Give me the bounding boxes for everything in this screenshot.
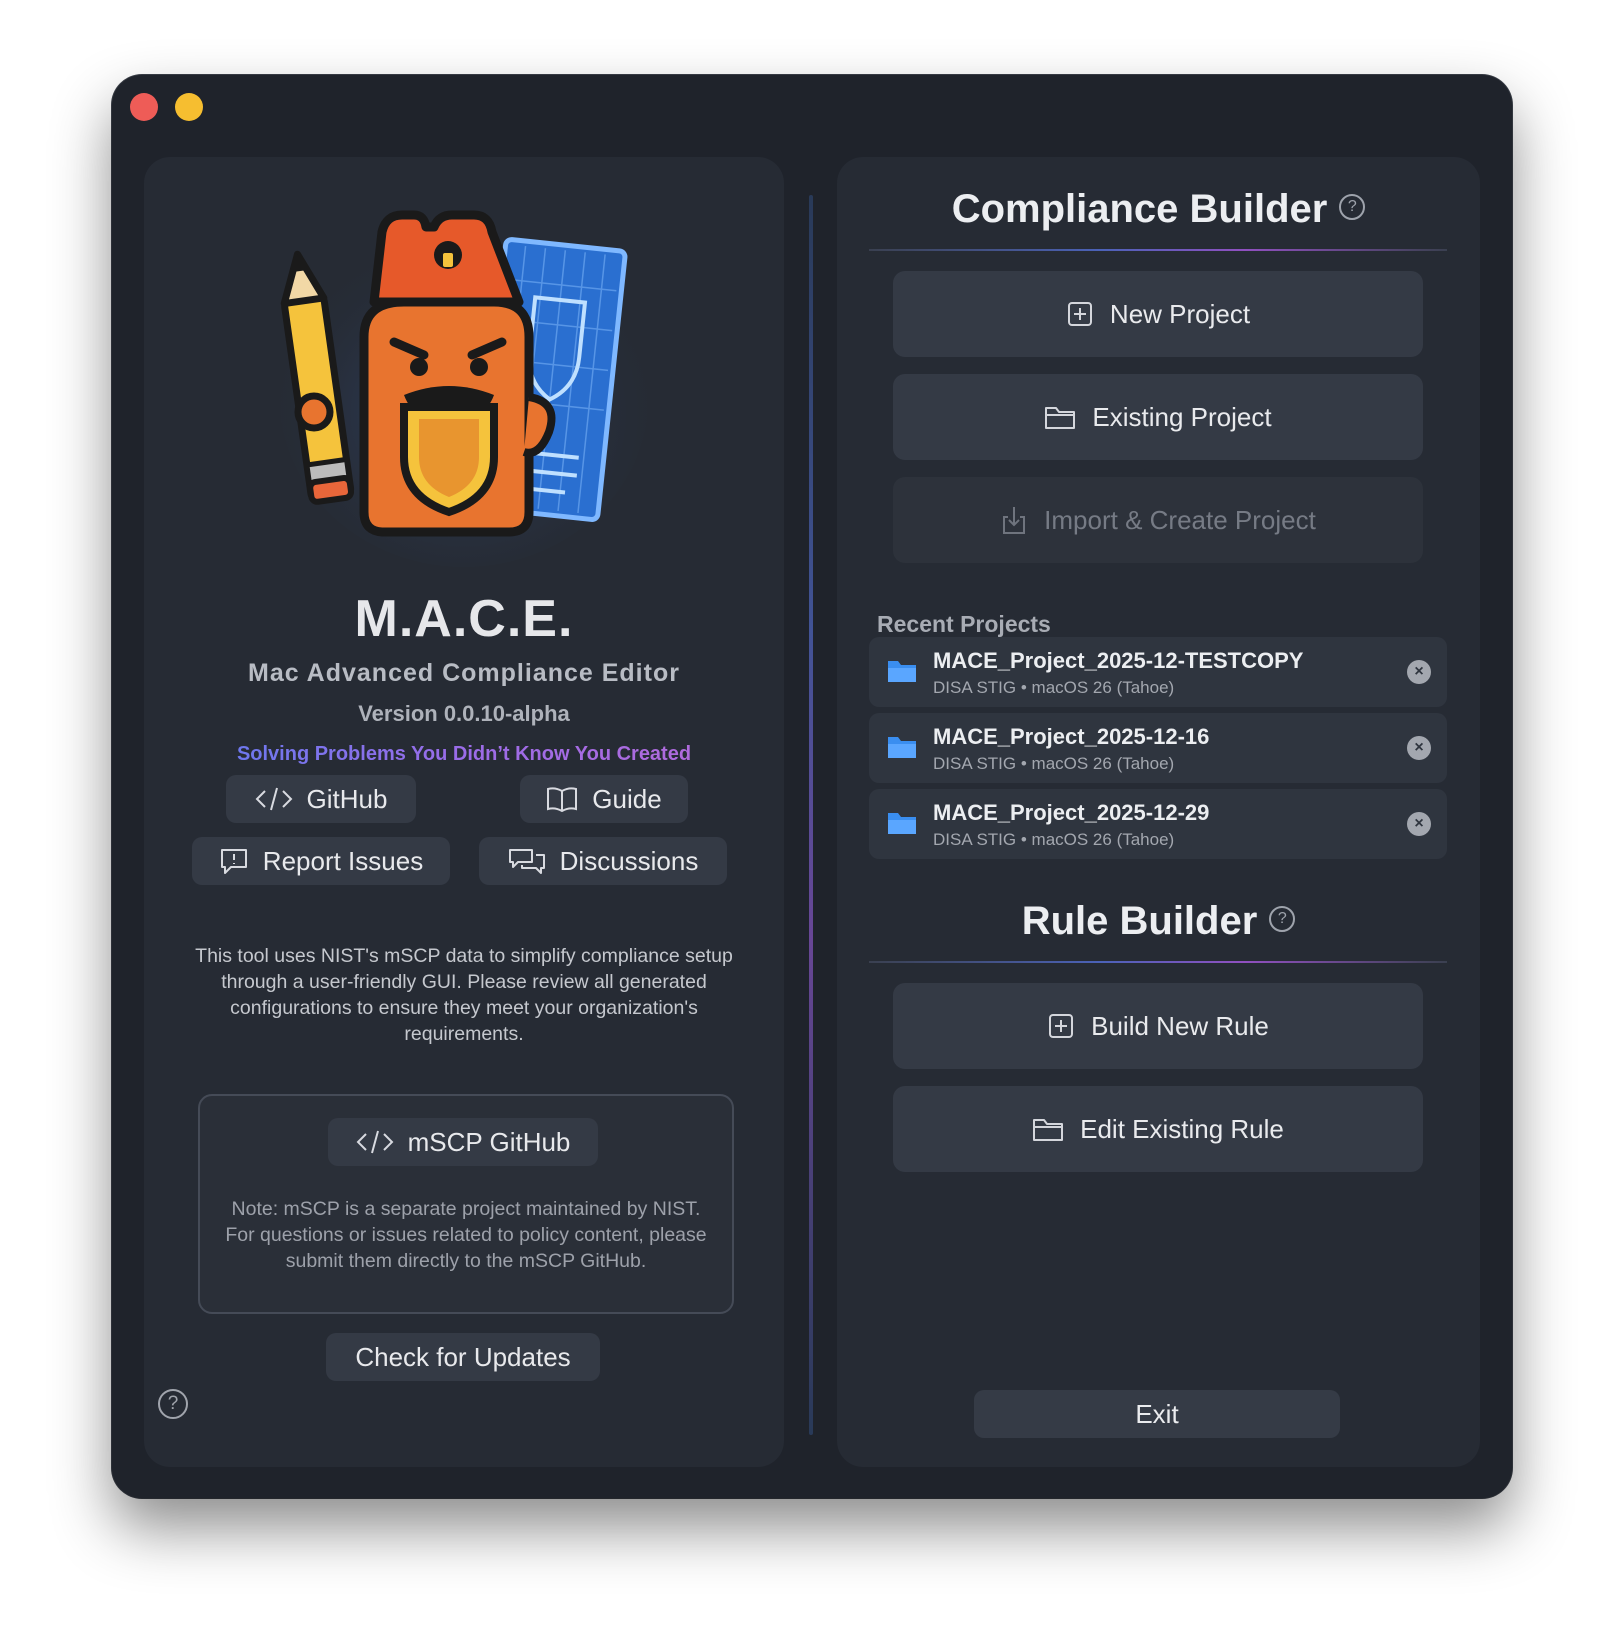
- help-icon-glyph: ?: [1277, 910, 1287, 928]
- app-title: M.A.C.E.: [354, 590, 574, 648]
- folder-icon: [1033, 1119, 1064, 1141]
- folder-icon: [1045, 407, 1076, 429]
- rule-builder-title: Rule Builder: [1021, 899, 1258, 943]
- code-icon: [356, 1130, 394, 1154]
- report-issues-button[interactable]: Report Issues: [192, 837, 450, 885]
- plus-square-icon: [1067, 302, 1092, 326]
- exit-label: Exit: [1135, 1398, 1179, 1429]
- folder-icon: [888, 737, 916, 758]
- new-project-button[interactable]: New Project: [893, 271, 1423, 357]
- mscp-note-box: mSCP GitHub Note: mSCP is a separate pro…: [198, 1094, 734, 1314]
- folder-icon: [888, 661, 916, 682]
- mscp-github-button[interactable]: mSCP GitHub: [328, 1118, 598, 1166]
- exit-button[interactable]: Exit: [974, 1390, 1340, 1438]
- recent-project-row[interactable]: MACE_Project_2025-12-TESTCOPY DISA STIG …: [869, 637, 1447, 707]
- import-project-button[interactable]: Import & Create Project: [893, 477, 1423, 563]
- section-divider: [869, 961, 1447, 963]
- report-issues-label: Report Issues: [262, 845, 424, 876]
- guide-button[interactable]: Guide: [520, 775, 688, 823]
- help-icon-glyph: ?: [1347, 198, 1357, 216]
- discussions-label: Discussions: [559, 845, 699, 876]
- report-icon: [220, 849, 247, 874]
- panel-divider: [809, 195, 813, 1435]
- app-subtitle: Mac Advanced Compliance Editor: [248, 659, 680, 687]
- help-icon-glyph: ?: [167, 1393, 179, 1414]
- mscp-github-label: mSCP GitHub: [407, 1126, 571, 1157]
- help-icon[interactable]: ?: [158, 1389, 188, 1419]
- app-window: M.A.C.E. Mac Advanced Compliance Editor …: [112, 75, 1512, 1498]
- book-icon: [547, 787, 578, 812]
- recent-project-row[interactable]: MACE_Project_2025-12-16 DISA STIG • macO…: [869, 713, 1447, 783]
- existing-project-button[interactable]: Existing Project: [893, 374, 1423, 460]
- mscp-note-text: Note: mSCP is a separate project maintai…: [225, 1198, 707, 1272]
- discussions-icon: [508, 849, 545, 874]
- close-icon[interactable]: ×: [1407, 660, 1431, 684]
- build-new-rule-button[interactable]: Build New Rule: [893, 983, 1423, 1069]
- recent-projects-label: Recent Projects: [877, 611, 1051, 637]
- close-window-button[interactable]: [130, 93, 158, 121]
- check-updates-label: Check for Updates: [355, 1341, 571, 1372]
- import-project-label: Import & Create Project: [1044, 504, 1316, 535]
- edit-existing-rule-button[interactable]: Edit Existing Rule: [893, 1086, 1423, 1172]
- recent-project-name: MACE_Project_2025-12-TESTCOPY: [933, 648, 1304, 673]
- guide-label: Guide: [592, 783, 662, 814]
- compliance-builder-title: Compliance Builder: [951, 187, 1328, 231]
- rule-builder-heading: Rule Builder?: [837, 899, 1480, 944]
- recent-project-meta: DISA STIG • macOS 26 (Tahoe): [933, 678, 1175, 697]
- recent-project-name: MACE_Project_2025-12-29: [933, 800, 1210, 825]
- minimize-window-button[interactable]: [175, 93, 203, 121]
- close-icon[interactable]: ×: [1407, 812, 1431, 836]
- new-project-label: New Project: [1109, 298, 1251, 329]
- tagline: Solving Problems You Didn’t Know You Cre…: [144, 743, 784, 766]
- folder-icon: [888, 813, 916, 834]
- help-icon[interactable]: ?: [1269, 906, 1296, 933]
- check-updates-button[interactable]: Check for Updates: [326, 1333, 600, 1381]
- close-icon[interactable]: ×: [1407, 736, 1431, 760]
- plus-square-icon: [1049, 1014, 1074, 1038]
- github-label: GitHub: [306, 783, 388, 814]
- github-button[interactable]: GitHub: [226, 775, 416, 823]
- close-icon-glyph: ×: [1414, 663, 1424, 680]
- existing-project-label: Existing Project: [1092, 401, 1272, 432]
- mascot-logo: [279, 210, 649, 567]
- about-panel: M.A.C.E. Mac Advanced Compliance Editor …: [144, 157, 784, 1467]
- recent-project-meta: DISA STIG • macOS 26 (Tahoe): [933, 830, 1175, 849]
- compliance-builder-heading: Compliance Builder?: [837, 187, 1480, 232]
- build-new-rule-label: Build New Rule: [1091, 1010, 1269, 1041]
- description-text: This tool uses NIST's mSCP data to simpl…: [195, 945, 733, 1045]
- close-icon-glyph: ×: [1414, 815, 1424, 832]
- recent-project-name: MACE_Project_2025-12-16: [933, 724, 1210, 749]
- close-icon-glyph: ×: [1414, 739, 1424, 756]
- help-icon[interactable]: ?: [1339, 194, 1366, 221]
- code-icon: [255, 787, 292, 811]
- section-divider: [869, 249, 1447, 251]
- import-icon: [1003, 507, 1026, 534]
- discussions-button[interactable]: Discussions: [479, 837, 727, 885]
- edit-existing-rule-label: Edit Existing Rule: [1080, 1113, 1284, 1144]
- builder-panel: Compliance Builder? New Project Existing…: [837, 157, 1480, 1467]
- version-label: Version 0.0.10-alpha: [358, 701, 570, 726]
- recent-project-meta: DISA STIG • macOS 26 (Tahoe): [933, 754, 1175, 773]
- recent-project-row[interactable]: MACE_Project_2025-12-29 DISA STIG • macO…: [869, 789, 1447, 859]
